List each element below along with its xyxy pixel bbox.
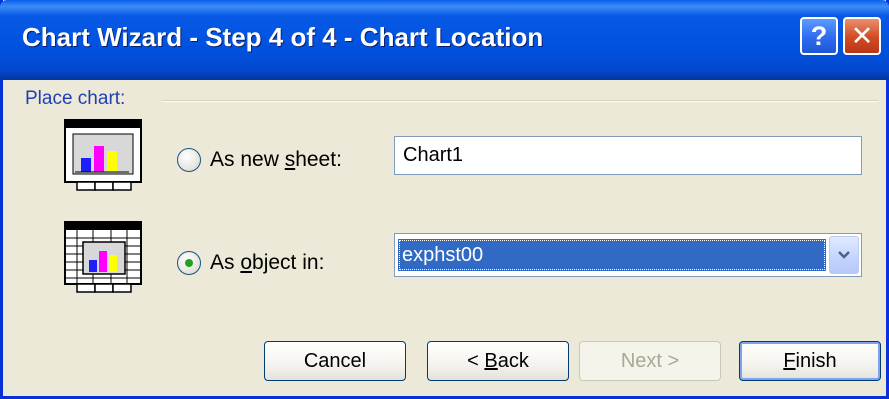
selected-sheet-value: exphst00	[398, 239, 826, 271]
new-sheet-option[interactable]: As new sheet:	[177, 148, 342, 172]
help-button[interactable]: ?	[800, 17, 838, 55]
chart-wizard-dialog: Chart Wizard - Step 4 of 4 - Chart Locat…	[0, 0, 889, 399]
help-icon: ?	[810, 21, 828, 51]
group-divider	[163, 100, 878, 102]
dropdown-button[interactable]	[829, 236, 859, 274]
new-sheet-radio[interactable]	[177, 148, 201, 172]
back-button[interactable]: < Back	[427, 341, 569, 381]
object-in-label: As object in:	[210, 251, 325, 274]
dialog-title: Chart Wizard - Step 4 of 4 - Chart Locat…	[22, 22, 544, 52]
finish-button[interactable]: Finish	[739, 341, 881, 381]
close-button[interactable]: ✕	[843, 17, 881, 55]
cancel-button[interactable]: Cancel	[264, 341, 406, 381]
chevron-down-icon	[838, 251, 850, 259]
title-bar[interactable]: Chart Wizard - Step 4 of 4 - Chart Locat…	[0, 0, 889, 80]
embedded-chart-icon	[64, 221, 142, 293]
chart-sheet-icon	[64, 119, 142, 191]
new-sheet-label: As new sheet:	[210, 148, 342, 171]
place-chart-label: Place chart:	[25, 88, 126, 109]
close-icon: ✕	[850, 21, 874, 51]
object-in-option[interactable]: As object in:	[177, 251, 324, 275]
object-in-radio[interactable]	[177, 251, 201, 275]
new-sheet-name-input[interactable]: Chart1	[394, 136, 862, 175]
next-button[interactable]: Next >	[579, 341, 721, 381]
object-in-sheet-select[interactable]: exphst00	[394, 233, 862, 277]
